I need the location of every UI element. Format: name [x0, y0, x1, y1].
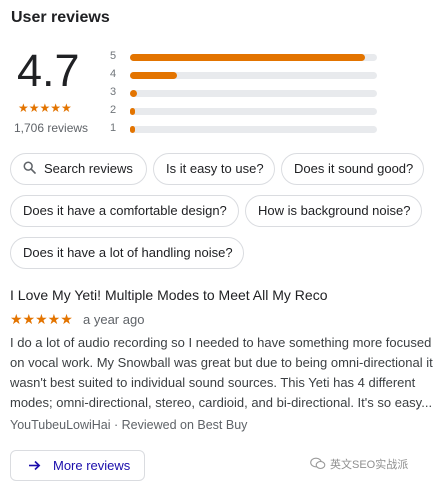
review-count: 1,706 reviews [14, 121, 89, 135]
rating-bar-4[interactable]: 4 [110, 68, 377, 82]
more-reviews-label: More reviews [53, 458, 131, 473]
rating-bar-3[interactable]: 3 [110, 86, 377, 100]
chip-handling-noise[interactable]: Does it have a lot of handling noise? [10, 237, 244, 269]
chip-label: Does it sound good? [294, 161, 414, 176]
chip-label: Does it have a lot of handling noise? [23, 245, 233, 260]
watermark: 英文SEO实战派 [310, 456, 408, 473]
review-time: a year ago [83, 312, 145, 327]
rating-bar-fill [130, 126, 135, 133]
average-rating: 4.7 [17, 45, 80, 96]
rating-bar-track [130, 108, 377, 115]
chip-background-noise[interactable]: How is background noise? [245, 195, 422, 227]
search-icon [23, 155, 36, 185]
review-title[interactable]: I Love My Yeti! Multiple Modes to Meet A… [10, 287, 327, 303]
review-source: YouTubeuLowiHai · Reviewed on Best Buy [10, 418, 248, 432]
rating-bar-track [130, 90, 377, 97]
chip-label: Search reviews [44, 161, 133, 176]
chip-label: How is background noise? [258, 203, 411, 218]
rating-bar-track [130, 72, 377, 79]
chip-comfortable-design[interactable]: Does it have a comfortable design? [10, 195, 239, 227]
search-reviews-chip[interactable]: Search reviews [10, 153, 147, 185]
rating-bar-5[interactable]: 5 [110, 50, 377, 64]
chip-easy-to-use[interactable]: Is it easy to use? [153, 153, 275, 185]
watermark-text: 英文SEO实战派 [330, 459, 409, 471]
chip-label: Does it have a comfortable design? [23, 203, 227, 218]
rating-stars: ★★★★★ [18, 101, 72, 115]
arrow-right-icon [28, 452, 41, 481]
rating-bar-fill [130, 54, 365, 61]
review-body: I do a lot of audio recording so I neede… [10, 335, 433, 410]
chip-label: Is it easy to use? [166, 161, 264, 176]
rating-bar-label: 2 [110, 104, 117, 116]
review-stars: ★★★★★ [10, 311, 73, 327]
rating-bar-label: 5 [110, 50, 117, 62]
rating-bar-track [130, 54, 377, 61]
rating-bar-label: 1 [110, 122, 117, 134]
rating-bar-fill [130, 72, 177, 79]
rating-bar-track [130, 126, 377, 133]
rating-bar-fill [130, 108, 135, 115]
chip-sound-good[interactable]: Does it sound good? [281, 153, 424, 185]
rating-bar-2[interactable]: 2 [110, 104, 377, 118]
rating-bar-label: 4 [110, 68, 117, 80]
page-title: User reviews [11, 9, 110, 26]
rating-bar-fill [130, 90, 138, 97]
wechat-icon [310, 457, 326, 473]
rating-bar-1[interactable]: 1 [110, 122, 377, 136]
rating-bar-label: 3 [110, 86, 117, 98]
more-reviews-button[interactable]: More reviews [10, 450, 145, 481]
